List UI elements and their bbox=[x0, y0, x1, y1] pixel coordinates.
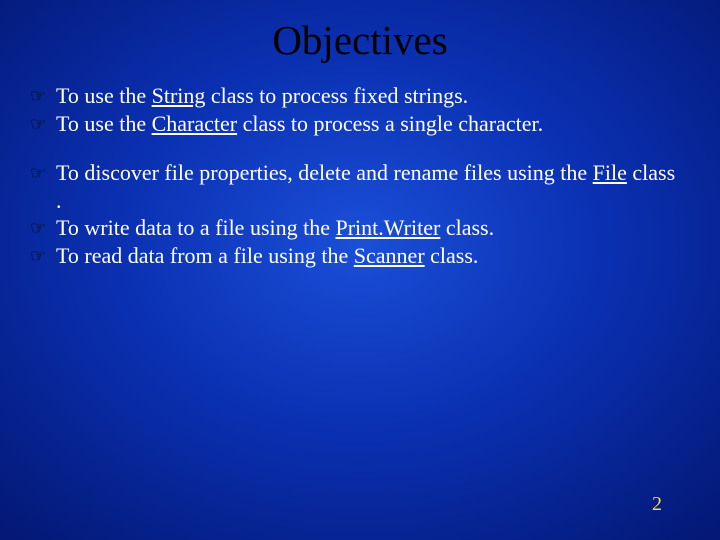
bullet-text: To use the Character class to process a … bbox=[56, 110, 680, 138]
slide-content: ☞ To use the String class to process fix… bbox=[0, 82, 720, 269]
pointing-hand-icon: ☞ bbox=[30, 214, 56, 240]
text-post: class. bbox=[440, 215, 494, 240]
bullet-group: ☞ To discover file properties, delete an… bbox=[30, 159, 680, 269]
text-pre: To read data from a file using the bbox=[56, 243, 354, 268]
list-item: ☞ To discover file properties, delete an… bbox=[30, 159, 680, 214]
bullet-text: To write data to a file using the Print.… bbox=[56, 214, 680, 242]
bullet-text: To read data from a file using the Scann… bbox=[56, 242, 680, 270]
list-item: ☞ To use the Character class to process … bbox=[30, 110, 680, 138]
text-post: class to process a single character. bbox=[237, 111, 543, 136]
text-pre: To use the bbox=[56, 83, 152, 108]
list-item: ☞ To read data from a file using the Sca… bbox=[30, 242, 680, 270]
bullet-group: ☞ To use the String class to process fix… bbox=[30, 82, 680, 137]
pointing-hand-icon: ☞ bbox=[30, 82, 56, 108]
text-underline: Scanner bbox=[354, 243, 425, 268]
text-post: class. bbox=[425, 243, 479, 268]
slide: Objectives ☞ To use the String class to … bbox=[0, 0, 720, 540]
text-post: class to process fixed strings. bbox=[205, 83, 468, 108]
bullet-text: To discover file properties, delete and … bbox=[56, 159, 680, 214]
text-pre: To discover file properties, delete and … bbox=[56, 160, 593, 185]
text-underline: String bbox=[152, 83, 206, 108]
slide-title: Objectives bbox=[0, 0, 720, 82]
text-underline: File bbox=[593, 160, 627, 185]
pointing-hand-icon: ☞ bbox=[30, 110, 56, 136]
list-item: ☞ To write data to a file using the Prin… bbox=[30, 214, 680, 242]
text-pre: To use the bbox=[56, 111, 152, 136]
text-underline: Character bbox=[152, 111, 238, 136]
text-pre: To write data to a file using the bbox=[56, 215, 336, 240]
pointing-hand-icon: ☞ bbox=[30, 159, 56, 185]
page-number: 2 bbox=[652, 493, 662, 516]
list-item: ☞ To use the String class to process fix… bbox=[30, 82, 680, 110]
text-underline: Print.Writer bbox=[336, 215, 441, 240]
pointing-hand-icon: ☞ bbox=[30, 242, 56, 268]
bullet-text: To use the String class to process fixed… bbox=[56, 82, 680, 110]
